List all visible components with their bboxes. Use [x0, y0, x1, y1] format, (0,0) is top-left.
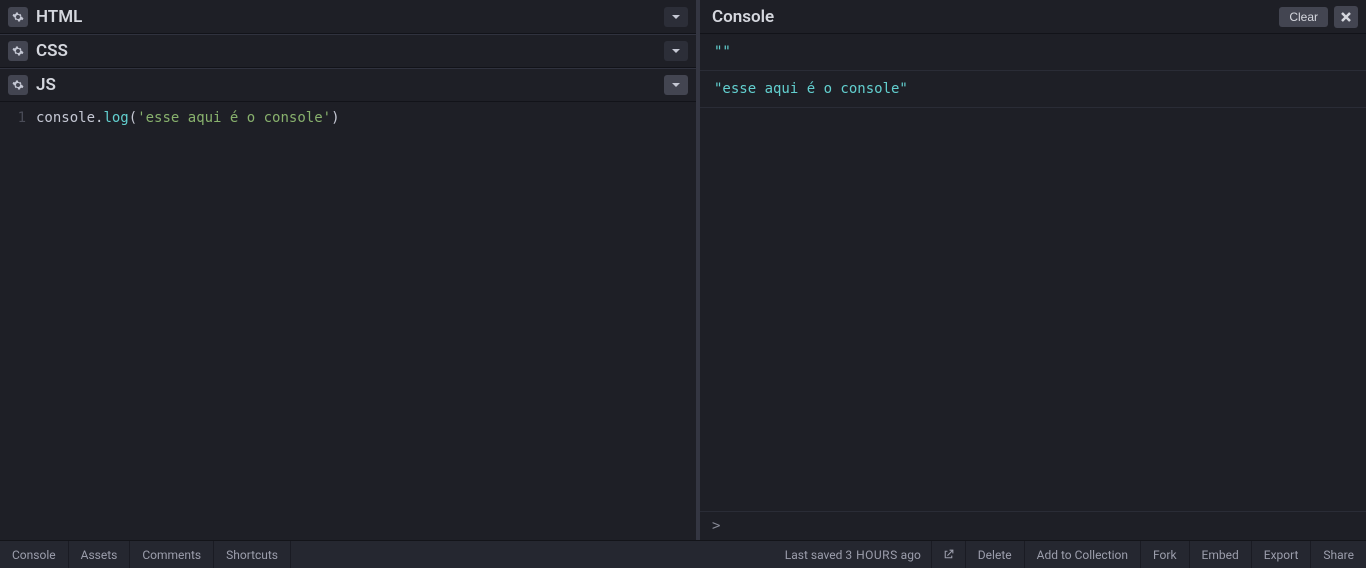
chevron-down-icon[interactable]: [664, 7, 688, 27]
footer-console[interactable]: Console: [0, 541, 69, 568]
console-panel: Console Clear "" "esse aqui é o console"…: [700, 0, 1366, 540]
js-editor[interactable]: 1 console.log('esse aqui é o console'): [0, 102, 696, 540]
footer-share[interactable]: Share: [1310, 541, 1366, 568]
console-prompt: >: [712, 518, 720, 534]
console-header: Console Clear: [700, 0, 1366, 34]
close-icon[interactable]: [1334, 6, 1358, 28]
line-number: 1: [0, 108, 36, 540]
js-panel-header: JS: [0, 68, 696, 102]
css-panel-title: CSS: [36, 41, 656, 61]
js-panel-title: JS: [36, 75, 656, 95]
html-panel-title: HTML: [36, 7, 656, 27]
gear-icon[interactable]: [8, 7, 28, 27]
clear-button[interactable]: Clear: [1279, 7, 1328, 27]
chevron-down-icon[interactable]: [664, 75, 688, 95]
console-output: "" "esse aqui é o console": [700, 34, 1366, 511]
external-link-icon[interactable]: [931, 541, 965, 568]
footer-comments[interactable]: Comments: [130, 541, 214, 568]
css-panel-header: CSS: [0, 34, 696, 68]
html-panel-header: HTML: [0, 0, 696, 34]
chevron-down-icon[interactable]: [664, 41, 688, 61]
footer-bar: Console Assets Comments Shortcuts Last s…: [0, 540, 1366, 568]
footer-export[interactable]: Export: [1251, 541, 1311, 568]
footer-embed[interactable]: Embed: [1189, 541, 1251, 568]
gear-icon[interactable]: [8, 41, 28, 61]
console-input[interactable]: >: [700, 511, 1366, 540]
footer-shortcuts[interactable]: Shortcuts: [214, 541, 291, 568]
console-log-row: "": [700, 34, 1366, 71]
editor-panels: HTML CSS JS 1 conso: [0, 0, 700, 540]
footer-delete[interactable]: Delete: [965, 541, 1024, 568]
code-content: console.log('esse aqui é o console'): [36, 108, 696, 540]
last-saved-text: Last saved 3 HOURS ago: [785, 548, 921, 562]
console-title: Console: [712, 7, 1273, 27]
footer-add-collection[interactable]: Add to Collection: [1024, 541, 1140, 568]
gear-icon[interactable]: [8, 75, 28, 95]
footer-assets[interactable]: Assets: [69, 541, 131, 568]
console-log-row: "esse aqui é o console": [700, 71, 1366, 108]
footer-fork[interactable]: Fork: [1140, 541, 1189, 568]
